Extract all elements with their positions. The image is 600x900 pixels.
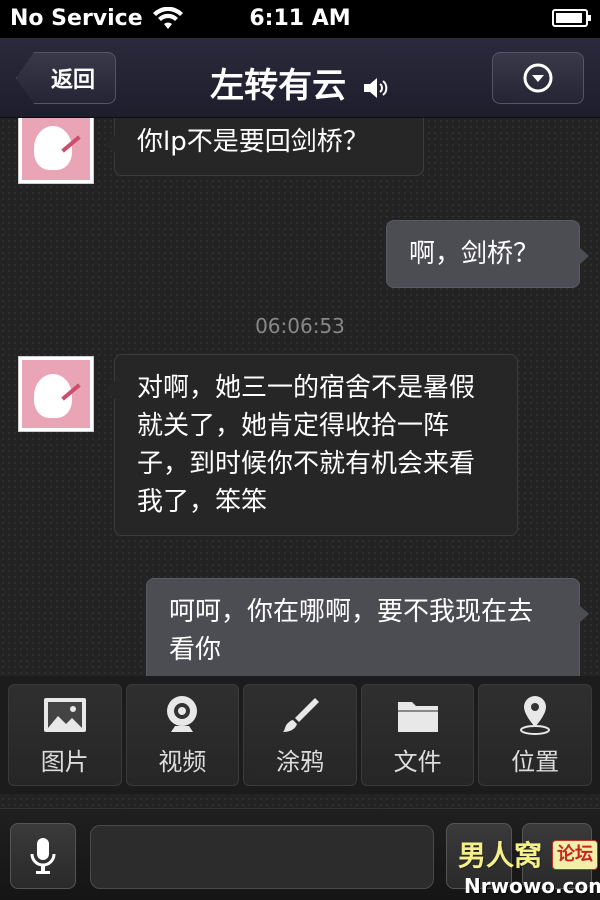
message-text: 你lp不是要回剑桥？: [137, 127, 369, 157]
image-icon: [43, 697, 86, 732]
avatar-image: [22, 360, 90, 428]
brush-icon: [282, 697, 319, 732]
voice-input-button[interactable]: [10, 823, 76, 889]
watermark-tag: 论坛: [552, 840, 598, 870]
attach-location-button[interactable]: 位置: [478, 684, 592, 786]
avatar-image: [22, 118, 90, 180]
message-bubble-sent[interactable]: 呵呵，你在哪啊，要不我现在去看你: [146, 578, 589, 684]
message-input[interactable]: [90, 825, 434, 889]
message-timestamp: 06:06:53: [255, 314, 345, 338]
contact-name: 左转有云: [210, 66, 347, 106]
webcam-icon: [167, 695, 198, 732]
message-text: 呵呵，你在哪啊，要不我现在去看你: [169, 597, 534, 665]
action-label: 涂鸦: [275, 747, 324, 776]
watermark-main: 男人窝: [458, 839, 543, 872]
attach-image-button[interactable]: 图片: [8, 684, 122, 786]
action-label: 视频: [158, 747, 207, 776]
status-bar: No Service 6:11 AM: [0, 0, 600, 38]
action-label: 图片: [40, 747, 89, 776]
action-label: 文件: [393, 747, 442, 776]
message-text: 对啊，她三一的宿舍不是暑假就关了，她肯定得收拾一阵子，到时候你不就有机会来看我了…: [137, 373, 476, 517]
chevron-down-circle-icon: [523, 63, 553, 93]
attachment-panel: 图片 视频 涂鸦 文件 位置: [0, 676, 600, 794]
message-bubble-received[interactable]: 对啊，她三一的宿舍不是暑假就关了，她肯定得收拾一阵子，到时候你不就有机会来看我了…: [105, 354, 518, 536]
contact-avatar[interactable]: [18, 356, 94, 432]
battery-icon: [552, 9, 591, 27]
message-bubble-received[interactable]: 你lp不是要回剑桥？: [105, 118, 424, 176]
nav-bar: 返回 左转有云: [0, 38, 600, 118]
location-pin-icon: [520, 695, 551, 735]
attach-doodle-button[interactable]: 涂鸦: [243, 684, 357, 786]
folder-icon: [397, 701, 438, 732]
message-text: 啊，剑桥？: [409, 239, 540, 269]
message-bubble-sent[interactable]: 啊，剑桥？: [386, 220, 589, 288]
speaker-icon: [363, 77, 388, 98]
status-time: 6:11 AM: [249, 6, 351, 31]
attach-video-button[interactable]: 视频: [125, 684, 240, 786]
more-options-button[interactable]: [492, 52, 584, 104]
watermark: 男人窝 论坛 Nrwowo.com: [458, 834, 600, 900]
watermark-domain: Nrwowo.com: [464, 874, 600, 898]
microphone-icon: [30, 838, 56, 874]
contact-avatar[interactable]: [18, 118, 94, 184]
attach-file-button[interactable]: 文件: [360, 684, 475, 786]
action-label: 位置: [511, 747, 560, 776]
